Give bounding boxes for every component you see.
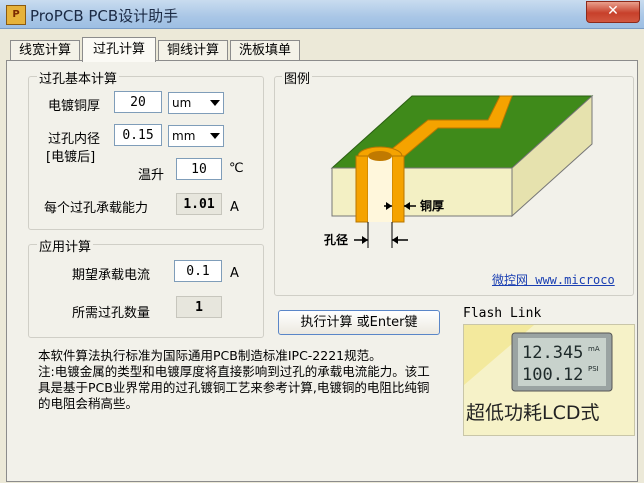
close-button[interactable]: ✕	[586, 1, 640, 23]
lcd-bottom-value: 100.12	[522, 365, 583, 385]
execute-button[interactable]: 执行计算 或Enter键	[278, 310, 440, 335]
count-value: 1	[176, 296, 222, 318]
current-label: 期望承载电流	[72, 268, 151, 283]
lcd-top-unit: mA	[588, 345, 600, 353]
lcd-top-value: 12.345	[522, 343, 583, 363]
note-disclaimer: 注:电镀金属的类型和电镀厚度将直接影响到过孔的承载电流能力。该工具是基于PCB业…	[38, 364, 430, 411]
capacity-unit: A	[230, 200, 239, 215]
flash-banner-art: 12.345 mA 100.12 PSI 超低功耗LCD式	[464, 325, 613, 424]
tab-via[interactable]: 过孔计算	[82, 37, 156, 62]
hole-label: 孔径	[324, 232, 348, 247]
via-barrel-left	[355, 155, 369, 223]
via-hole	[368, 156, 392, 222]
count-label: 所需过孔数量	[72, 306, 151, 321]
chevron-down-icon	[210, 133, 220, 139]
app-calc-title: 应用计算	[37, 236, 94, 255]
capacity-value: 1.01	[176, 193, 222, 215]
diameter-label: 过孔内径	[48, 132, 101, 147]
tab-copper-wire[interactable]: 铜线计算	[158, 40, 228, 61]
chevron-down-icon	[210, 100, 220, 106]
hole-arrowhead-right	[392, 236, 398, 244]
current-unit: A	[230, 266, 239, 281]
via-diagram: 铜厚 孔径	[324, 94, 594, 248]
temp-input[interactable]: 10	[176, 158, 222, 180]
plating-unit-value: um	[172, 96, 192, 110]
plating-label: 电镀铜厚	[48, 99, 101, 114]
via-barrel-right	[391, 155, 405, 223]
plating-unit-select[interactable]: um	[168, 92, 224, 114]
diameter-sublabel: [电镀后]	[46, 150, 96, 165]
basic-calc-title: 过孔基本计算	[37, 68, 120, 87]
temp-unit: ℃	[229, 161, 244, 176]
temp-label: 温升	[138, 168, 165, 183]
tab-board-wash[interactable]: 洗板填单	[230, 40, 300, 61]
lcd-bottom-unit: PSI	[588, 365, 599, 373]
note-standard: 本软件算法执行标准为国际通用PCB制造标准IPC-2221规范。	[38, 348, 382, 363]
close-icon: ✕	[607, 3, 619, 19]
via-opening	[368, 151, 392, 161]
diameter-unit-select[interactable]: mm	[168, 125, 224, 147]
window-title: ProPCB PCB设计助手	[30, 7, 179, 25]
current-input[interactable]: 0.1	[174, 260, 222, 282]
flash-link-banner[interactable]: 12.345 mA 100.12 PSI 超低功耗LCD式	[463, 324, 635, 436]
capacity-label: 每个过孔承载能力	[44, 201, 149, 216]
app-icon: P	[6, 5, 26, 25]
ad-text: 超低功耗LCD式	[466, 402, 599, 424]
flash-link-title: Flash Link	[463, 306, 542, 321]
microco-link[interactable]: 微控网 www.microco	[492, 271, 615, 288]
diameter-unit-value: mm	[172, 129, 196, 143]
app-calc-group	[28, 244, 264, 338]
hole-arrowhead-left	[362, 236, 368, 244]
tab-line-width[interactable]: 线宽计算	[10, 40, 80, 61]
algorithm-note: 本软件算法执行标准为国际通用PCB制造标准IPC-2221规范。 注:电镀金属的…	[38, 348, 438, 412]
copper-label: 铜厚	[420, 198, 444, 213]
plating-input[interactable]: 20	[114, 91, 162, 113]
diameter-input[interactable]: 0.15	[114, 124, 162, 146]
